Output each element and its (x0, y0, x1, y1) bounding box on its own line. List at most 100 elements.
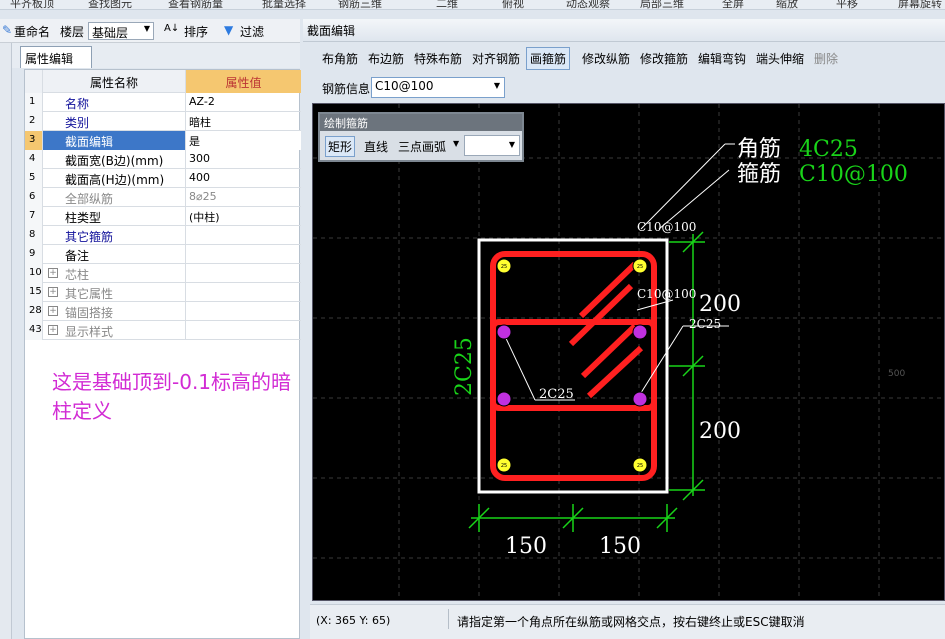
corner-rebar-button[interactable]: 布角筋 (322, 50, 358, 67)
row-name: 截面高(H边)(mm) (43, 169, 186, 188)
expand-plus-icon[interactable]: + (48, 268, 58, 278)
toolbar-item-batch-select[interactable]: 批量选择 (262, 0, 306, 9)
table-row[interactable]: 4 截面宽(B边)(mm) 300 (25, 150, 301, 169)
floor-select[interactable]: 基础层 ▼ (88, 22, 154, 40)
side-rebar-left-label: 2C25 (452, 337, 477, 396)
side-bar[interactable] (496, 324, 512, 340)
row-index: 6 (25, 188, 43, 207)
table-row[interactable]: 7 柱类型 (中柱) (25, 207, 301, 226)
edge-rebar-button[interactable]: 布边筋 (368, 50, 404, 67)
rebar-info-label: 钢筋信息 (322, 82, 371, 96)
table-row[interactable]: 1 名称 AZ-2 (25, 93, 301, 112)
table-row[interactable]: 10 + 芯柱 (25, 264, 301, 283)
side-bar[interactable] (632, 324, 648, 340)
stirrup-tag-outer: C10@100 (637, 220, 696, 234)
toolbar-item-view-qty[interactable]: 查看钢筋量 (168, 0, 223, 9)
row-name: 全部纵筋 (43, 188, 186, 207)
column-outline (477, 238, 669, 494)
table-row[interactable]: 15 + 其它属性 (25, 283, 301, 302)
arc-mode-button[interactable]: 三点画弧 (398, 138, 446, 155)
section-editor-toolbar: 布角筋 布边筋 特殊布筋 对齐钢筋 画箍筋 修改纵筋 修改箍筋 编辑弯钩 端头伸… (310, 46, 945, 72)
row-name: 备注 (43, 245, 186, 264)
toolbar-item-orbit[interactable]: 动态观察 (566, 0, 610, 9)
section-editor-title: 截面编辑 (303, 19, 945, 42)
delete-button[interactable]: 删除 (814, 50, 838, 67)
table-row[interactable]: 9 备注 (25, 245, 301, 264)
table-row[interactable]: 8 其它箍筋 (25, 226, 301, 245)
toolbar-item-rebar-3d[interactable]: 钢筋三维 (338, 0, 382, 9)
drawing-canvas[interactable]: 500 25 25 25 25 角筋 4C25 箍筋 C10@100 C10@1… (312, 103, 945, 601)
toolbar-item-pan[interactable]: 平移 (836, 0, 858, 9)
end-stretch-button[interactable]: 端头伸缩 (756, 50, 804, 67)
edit-long-rebar-button[interactable]: 修改纵筋 (582, 50, 630, 67)
stirrups (490, 251, 657, 481)
status-divider (448, 609, 449, 629)
row-value[interactable]: 暗柱 (186, 112, 301, 131)
table-row[interactable]: 2 类别 暗柱 (25, 112, 301, 131)
toolbar-item-local-3d[interactable]: 局部三维 (640, 0, 684, 9)
row-name-group: + 芯柱 (43, 264, 186, 283)
expand-plus-icon[interactable]: + (48, 325, 58, 335)
table-row[interactable]: 6 全部纵筋 8⌀25 (25, 188, 301, 207)
toolbar-item-fullscreen[interactable]: 全屏 (722, 0, 744, 9)
table-row-selected[interactable]: 3 截面编辑 是 (25, 131, 301, 150)
row-value[interactable] (186, 245, 301, 264)
row-index: 7 (25, 207, 43, 226)
row-value[interactable]: (中柱) (186, 207, 301, 226)
tab-property-edit[interactable]: 属性编辑 (20, 46, 92, 68)
dimension-right-top: 200 (699, 292, 741, 317)
rectangle-mode-button[interactable]: 矩形 (325, 136, 356, 157)
row-name: 芯柱 (65, 268, 90, 282)
draw-stirrup-button[interactable]: 画箍筋 (526, 47, 571, 70)
row-value[interactable] (186, 226, 301, 245)
special-rebar-button[interactable]: 特殊布筋 (414, 50, 462, 67)
row-value (186, 302, 301, 321)
toolbar-item-align-top[interactable]: 平齐板顶 (10, 0, 54, 9)
rebar-info-input[interactable]: C10@100 ▼ (371, 77, 505, 98)
sort-button[interactable]: 排序 (184, 23, 208, 40)
row-value[interactable]: 是 (186, 131, 301, 150)
bar-tag: 25 (637, 264, 643, 270)
row-name: 其它属性 (65, 287, 114, 301)
filter-button[interactable]: 过滤 (240, 23, 264, 40)
toolbar-item-rotate[interactable]: 屏幕旋转 (898, 0, 942, 9)
rename-button[interactable]: 重命名 (14, 23, 50, 40)
side-bar[interactable] (632, 391, 648, 407)
header-prop-value: 属性值 (186, 70, 301, 93)
rename-icon: ✎ (2, 23, 13, 37)
row-value[interactable]: AZ-2 (186, 93, 301, 112)
table-row[interactable]: 43 + 显示样式 (25, 321, 301, 340)
top-toolbar: 平齐板顶 查找图元 查看钢筋量 批量选择 钢筋三维 二维 俯视 动态观察 局部三… (0, 0, 945, 10)
row-name-group: + 显示样式 (43, 321, 186, 340)
rebar-info-bar: 钢筋信息 C10@100 ▼ (310, 74, 945, 102)
toolbar-item-zoom[interactable]: 缩放 (776, 0, 798, 9)
line-mode-button[interactable]: 直线 (364, 138, 388, 155)
arc-option-select[interactable]: ▼ (464, 135, 520, 156)
dimensions (468, 231, 705, 532)
table-row[interactable]: 5 截面高(H边)(mm) 400 (25, 169, 301, 188)
expand-plus-icon[interactable]: + (48, 306, 58, 316)
expand-plus-icon[interactable]: + (48, 287, 58, 297)
toolbar-item-find[interactable]: 查找图元 (88, 0, 132, 9)
row-index: 1 (25, 93, 43, 112)
floor-label: 楼层 (60, 25, 85, 39)
side-rebar-right-label: 2C25 (689, 317, 721, 331)
edit-stirrup-button[interactable]: 修改箍筋 (640, 50, 688, 67)
row-name: 名称 (43, 93, 186, 112)
rebar-info-value: C10@100 (375, 79, 434, 93)
side-bar[interactable] (496, 391, 512, 407)
edit-hook-button[interactable]: 编辑弯钩 (698, 50, 746, 67)
row-value[interactable]: 300 (186, 150, 301, 169)
row-value[interactable]: 400 (186, 169, 301, 188)
status-message: 请指定第一个角点所在纵筋或网格交点，按右键终止或ESC键取消 (457, 615, 805, 629)
table-row[interactable]: 28 + 锚固搭接 (25, 302, 301, 321)
row-value: 8⌀25 (189, 190, 217, 203)
cursor-coords: (X: 365 Y: 65) (316, 614, 391, 627)
toolbar-item-2d[interactable]: 二维 (436, 0, 458, 9)
toolbar-item-top-view[interactable]: 俯视 (502, 0, 524, 9)
chevron-down-icon[interactable]: ▼ (453, 139, 459, 148)
row-index: 9 (25, 245, 43, 264)
section-drawing: 500 25 25 25 25 角筋 4C25 箍筋 C10@100 C10@1… (313, 104, 944, 600)
corner-rebar-label: 角筋 (737, 137, 781, 162)
align-rebar-button[interactable]: 对齐钢筋 (472, 50, 520, 67)
